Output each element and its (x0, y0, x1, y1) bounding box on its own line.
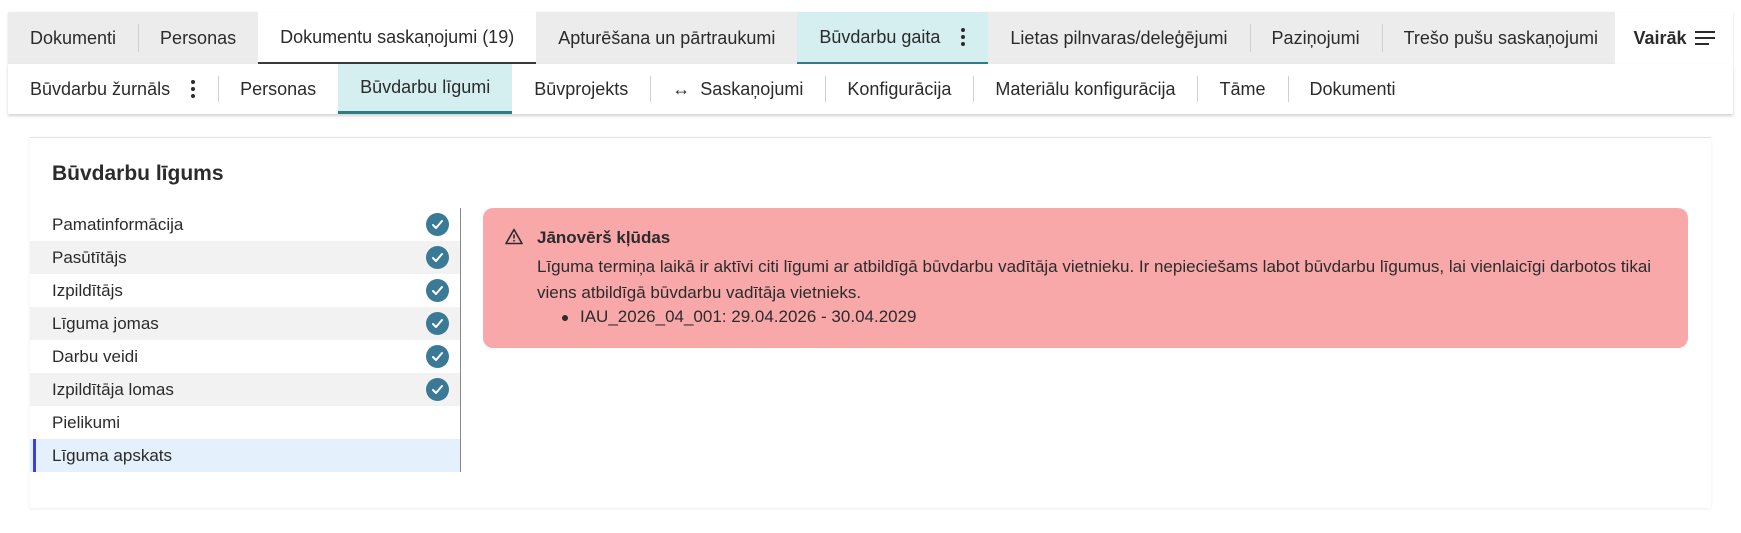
tab-buvdarbu-gaita[interactable]: Būvdarbu gaita (797, 12, 989, 64)
check-circle-icon (426, 378, 449, 401)
step-izpilditajs[interactable]: Izpildītājs (30, 274, 460, 307)
tab-aptureshana[interactable]: Apturēšana un pārtraukumi (536, 12, 797, 64)
kebab-menu-icon[interactable] (190, 80, 196, 98)
step-label: Līguma jomas (52, 313, 159, 333)
check-circle-icon (426, 213, 449, 236)
check-circle-icon (426, 345, 449, 368)
menu-icon (1694, 31, 1715, 45)
subtab-dokumenti[interactable]: Dokumenti (1287, 64, 1418, 114)
subtab-buvdarbu-ligumi[interactable]: Būvdarbu līgumi (338, 64, 513, 114)
step-pamatinformacija[interactable]: Pamatinformācija (30, 208, 460, 241)
tab-label: Dokumenti (30, 27, 117, 48)
tab-label: Lietas pilnvaras/deleģējumi (1010, 27, 1228, 48)
contract-card: Būvdarbu līgums Pamatinformācija Pasūtīt… (30, 137, 1711, 508)
step-darbu-veidi[interactable]: Darbu veidi (30, 340, 460, 373)
tab-label: Materiālu konfigurācija (995, 78, 1176, 99)
subtab-tame[interactable]: Tāme (1197, 64, 1287, 114)
check-circle-icon (426, 312, 449, 335)
tab-label: Būvprojekts (534, 78, 629, 99)
top-tab-bar: Dokumenti Personas Dokumentu saskaņojumi… (8, 12, 1733, 64)
tab-label: Dokumentu saskaņojumi (19) (280, 26, 515, 47)
tab-treso-pusu-saskanojumi[interactable]: Trešo pušu saskaņojumi (1381, 12, 1620, 64)
more-label: Vairāk (1633, 27, 1687, 48)
tab-label: Konfigurācija (847, 78, 952, 99)
step-label: Darbu veidi (52, 346, 138, 366)
step-pasutitajs[interactable]: Pasūtītājs (30, 241, 460, 274)
tab-label: Tāme (1219, 78, 1266, 99)
tab-label: Saskaņojumi (700, 78, 804, 99)
sub-tab-bar: Būvdarbu žurnāls Personas Būvdarbu līgum… (8, 64, 1733, 114)
left-right-arrow-icon: ↔ (672, 78, 691, 99)
step-label: Līguma apskats (52, 445, 173, 465)
step-label: Pielikumi (52, 412, 121, 432)
tab-pazinojumi[interactable]: Paziņojumi (1249, 12, 1382, 64)
wizard-steps: Pamatinformācija Pasūtītājs Izpildītājs … (30, 208, 461, 472)
tab-dokumentu-saskanojumi[interactable]: Dokumentu saskaņojumi (19) (258, 12, 537, 64)
step-liguma-apskats[interactable]: Līguma apskats (30, 439, 460, 472)
more-button[interactable]: Vairāk (1615, 12, 1733, 64)
step-label: Pamatinformācija (52, 214, 184, 234)
tab-label: Personas (240, 78, 317, 99)
subtab-konfiguracija[interactable]: Konfigurācija (825, 64, 973, 114)
warning-icon (505, 228, 523, 250)
check-circle-icon (426, 279, 449, 302)
tab-label: Būvdarbu līgumi (360, 77, 491, 97)
tab-label: Būvdarbu gaita (819, 26, 941, 47)
step-label: Pasūtītājs (52, 247, 127, 267)
tab-label: Trešo pušu saskaņojumi (1403, 27, 1599, 48)
tab-label: Paziņojumi (1271, 27, 1360, 48)
check-circle-icon (426, 246, 449, 269)
step-izpilditaja-lomas[interactable]: Izpildītāja lomas (30, 373, 460, 406)
tab-label: Personas (160, 27, 237, 48)
step-label: Izpildītāja lomas (52, 379, 174, 399)
tab-label: Apturēšana un pārtraukumi (558, 27, 776, 48)
step-liguma-jomas[interactable]: Līguma jomas (30, 307, 460, 340)
step-label: Izpildītājs (52, 280, 123, 300)
page-title: Būvdarbu līgums (52, 162, 224, 185)
kebab-menu-icon[interactable] (960, 28, 966, 46)
subtab-saskanojumi[interactable]: ↔ Saskaņojumi (650, 64, 825, 114)
tab-label: Būvdarbu žurnāls (30, 78, 171, 99)
tab-dokumenti[interactable]: Dokumenti (8, 12, 138, 64)
step-pielikumi[interactable]: Pielikumi (30, 406, 460, 439)
error-alert: Jānovērš kļūdas Līguma termiņa laikā ir … (483, 208, 1688, 348)
subtab-materialu-konfiguracija[interactable]: Materiālu konfigurācija (973, 64, 1197, 114)
subtab-buvdarbu-zurnals[interactable]: Būvdarbu žurnāls (8, 64, 218, 114)
tab-label: Dokumenti (1309, 78, 1396, 99)
alert-list: IAU_2026_04_001: 29.04.2026 - 30.04.2029 (559, 307, 917, 327)
alert-message: Līguma termiņa laikā ir aktīvi citi līgu… (537, 257, 1652, 302)
list-item: IAU_2026_04_001: 29.04.2026 - 30.04.2029 (559, 307, 917, 327)
subtab-buvprojekts[interactable]: Būvprojekts (512, 64, 650, 114)
tab-lietas-pilnvaras[interactable]: Lietas pilnvaras/deleģējumi (988, 12, 1249, 64)
tab-personas[interactable]: Personas (138, 12, 258, 64)
subtab-personas[interactable]: Personas (218, 64, 338, 114)
alert-title: Jānovērš kļūdas (537, 228, 671, 247)
